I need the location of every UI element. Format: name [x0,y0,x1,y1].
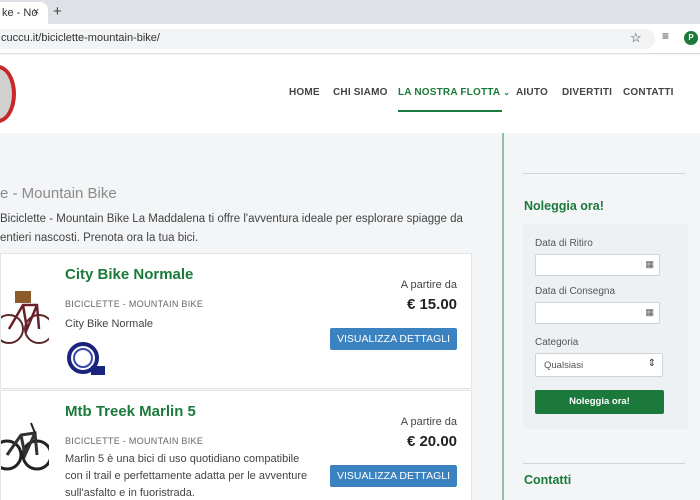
category-select[interactable]: Qualsiasi ⇕ [535,353,663,377]
profile-avatar[interactable]: P [684,31,698,45]
book-now-button[interactable]: Noleggia ora! [535,390,664,414]
bike-image[interactable] [0,399,53,485]
nav-home[interactable]: HOME [289,87,320,98]
product-title[interactable]: Mtb Treek Marlin 5 [65,403,196,420]
lock-image [65,340,107,383]
bike-lock-icon [67,342,105,375]
star-icon[interactable]: ☆ [630,30,642,46]
nav-aiuto[interactable]: AIUTO [516,87,548,98]
close-icon[interactable]: × [33,6,39,18]
bike-image[interactable] [0,269,54,355]
category-value: Qualsiasi [544,360,584,371]
product-card: Mtb Treek Marlin 5 BICICLETTE - MOUNTAIN… [0,390,472,500]
active-nav-underline [398,110,502,112]
page-title: e - Mountain Bike [0,185,117,202]
chevron-down-icon: ⌄ [503,88,511,97]
nav-divertiti[interactable]: DIVERTITI [562,87,612,98]
calendar-icon: ▦ [645,259,654,269]
product-description: Marlin 5 è una bici di uso quotidiano co… [65,453,308,499]
booking-title: Noleggia ora! [524,199,604,213]
page-intro: Biciclette - Mountain Bike La Maddalena … [0,213,463,244]
content-divider [502,133,504,500]
return-date-label: Data di Consegna [535,286,616,297]
sidebar-divider [523,173,685,174]
url-input[interactable]: cuccu.it/biciclette-mountain-bike/ [0,29,655,49]
mountain-bike-icon [0,422,53,471]
browser-tab[interactable]: ke - No × [0,2,48,24]
contacts-title: Contatti [524,473,572,487]
nav-chi-siamo[interactable]: CHI SIAMO [333,87,388,98]
reading-list-icon[interactable]: ≡ [662,29,669,43]
calendar-icon: ▦ [645,307,654,317]
nav-label: LA NOSTRA FLOTTA [398,87,501,98]
address-bar: cuccu.it/biciclette-mountain-bike/ ☆ ≡ P [0,24,700,54]
price-label: A partire da [400,279,457,291]
site-header: HOME CHI SIAMO LA NOSTRA FLOTTA ⌄ AIUTO D… [0,55,700,133]
browser-tabbar: ke - No × + [0,0,700,24]
product-price: € 20.00 [406,433,457,450]
nav-la-nostra-flotta[interactable]: LA NOSTRA FLOTTA ⌄ [398,87,510,98]
view-details-button[interactable]: VISUALIZZA DETTAGLI [330,465,457,487]
product-category[interactable]: BICICLETTE - MOUNTAIN BIKE [65,436,203,446]
product-title[interactable]: City Bike Normale [65,266,193,283]
return-date-input[interactable]: ▦ [535,302,660,324]
select-arrows-icon: ⇕ [647,358,656,369]
product-price: € 15.00 [406,296,457,313]
pickup-date-label: Data di Ritiro [535,238,593,249]
category-label: Categoria [535,337,579,348]
nav-contatti[interactable]: CONTATTI [623,87,674,98]
site-logo[interactable] [0,65,16,123]
view-details-button[interactable]: VISUALIZZA DETTAGLI [330,328,457,350]
price-label: A partire da [400,416,457,428]
product-category[interactable]: BICICLETTE - MOUNTAIN BIKE [65,299,203,309]
new-tab-icon[interactable]: + [53,3,62,20]
product-description: City Bike Normale [65,318,154,330]
product-card: City Bike Normale BICICLETTE - MOUNTAIN … [0,253,472,389]
city-bike-icon [0,291,54,344]
pickup-date-input[interactable]: ▦ [535,254,660,276]
sidebar-divider [523,463,685,464]
